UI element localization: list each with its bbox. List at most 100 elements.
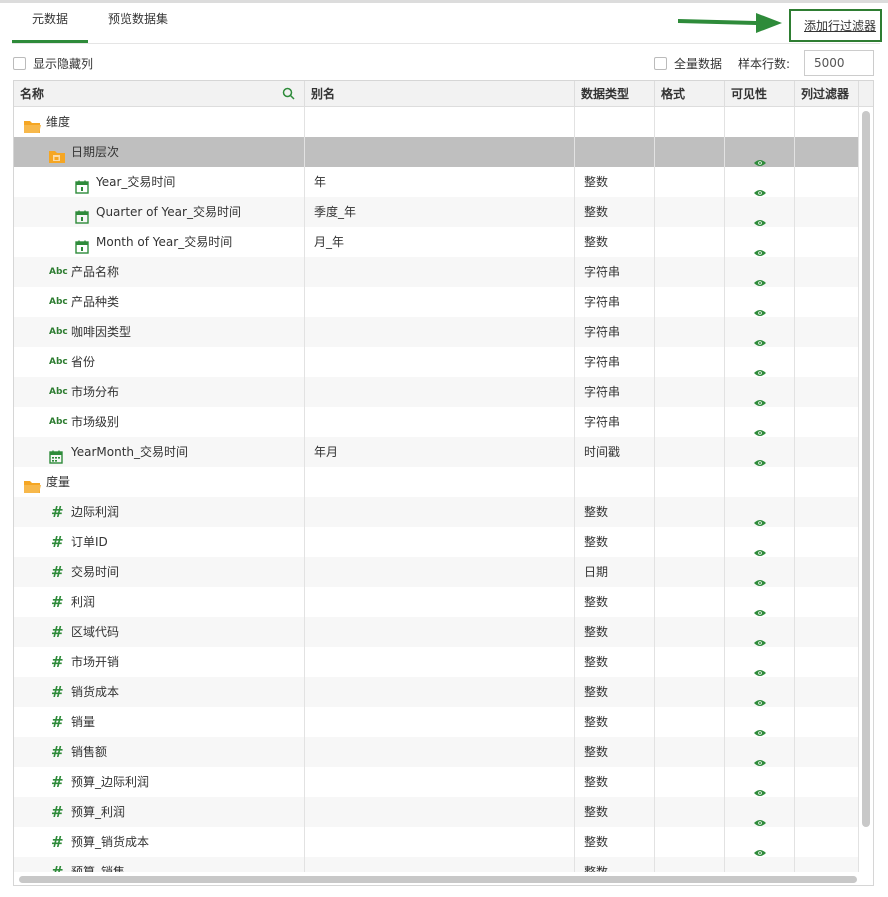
cell-column-filter[interactable] [795, 497, 859, 527]
eye-icon[interactable] [754, 358, 766, 377]
eye-icon[interactable] [754, 508, 766, 527]
cell-alias[interactable] [305, 557, 575, 587]
cell-alias[interactable] [305, 257, 575, 287]
cell-alias[interactable] [305, 347, 575, 377]
cell-column-filter[interactable] [795, 137, 859, 167]
eye-icon[interactable] [754, 418, 766, 437]
eye-icon[interactable] [754, 238, 766, 257]
table-row[interactable]: # 订单ID 整数 [14, 527, 859, 557]
cell-column-filter[interactable] [795, 737, 859, 767]
cell-alias[interactable] [305, 647, 575, 677]
cell-alias[interactable] [305, 467, 575, 497]
cell-column-filter[interactable] [795, 707, 859, 737]
eye-icon[interactable] [754, 868, 766, 872]
horizontal-scrollbar[interactable] [19, 876, 857, 883]
cell-alias[interactable] [305, 587, 575, 617]
cell-column-filter[interactable] [795, 377, 859, 407]
cell-alias[interactable] [305, 707, 575, 737]
cell-column-filter[interactable] [795, 677, 859, 707]
cell-column-filter[interactable] [795, 767, 859, 797]
cell-column-filter[interactable] [795, 557, 859, 587]
eye-icon[interactable] [754, 808, 766, 827]
cell-alias[interactable]: 年 [305, 167, 575, 197]
eye-icon[interactable] [754, 658, 766, 677]
table-row[interactable]: # 预算_利润 整数 [14, 797, 859, 827]
table-row[interactable]: # 预算_销售 整数 [14, 857, 859, 872]
vertical-scrollbar[interactable] [862, 111, 870, 827]
cell-alias[interactable]: 月_年 [305, 227, 575, 257]
cell-alias[interactable]: 季度_年 [305, 197, 575, 227]
eye-icon[interactable] [754, 838, 766, 857]
table-row[interactable]: Abc 产品种类 字符串 [14, 287, 859, 317]
cell-column-filter[interactable] [795, 437, 859, 467]
table-row[interactable]: 度量 [14, 467, 859, 497]
cell-alias[interactable] [305, 107, 575, 137]
table-row[interactable]: Abc 咖啡因类型 字符串 [14, 317, 859, 347]
table-row[interactable]: Abc 市场级别 字符串 [14, 407, 859, 437]
table-row[interactable]: # 边际利润 整数 [14, 497, 859, 527]
cell-alias[interactable] [305, 767, 575, 797]
table-row[interactable]: Abc 省份 字符串 [14, 347, 859, 377]
eye-icon[interactable] [754, 268, 766, 287]
cell-alias[interactable]: 年月 [305, 437, 575, 467]
table-row[interactable]: # 销货成本 整数 [14, 677, 859, 707]
cell-column-filter[interactable] [795, 857, 859, 872]
table-row[interactable]: # 利润 整数 [14, 587, 859, 617]
cell-column-filter[interactable] [795, 167, 859, 197]
eye-icon[interactable] [754, 568, 766, 587]
eye-icon[interactable] [754, 448, 766, 467]
table-row[interactable]: Month of Year_交易时间 月_年 整数 [14, 227, 859, 257]
eye-icon[interactable] [754, 778, 766, 797]
eye-icon[interactable] [754, 598, 766, 617]
eye-icon[interactable] [754, 688, 766, 707]
cell-alias[interactable] [305, 857, 575, 872]
cell-alias[interactable] [305, 737, 575, 767]
table-row[interactable]: # 预算_边际利润 整数 [14, 767, 859, 797]
cell-alias[interactable] [305, 617, 575, 647]
table-row[interactable]: Abc 市场分布 字符串 [14, 377, 859, 407]
cell-column-filter[interactable] [795, 467, 859, 497]
table-row[interactable]: YearMonth_交易时间 年月 时间戳 [14, 437, 859, 467]
eye-icon[interactable] [754, 748, 766, 767]
cell-column-filter[interactable] [795, 797, 859, 827]
eye-icon[interactable] [754, 328, 766, 347]
add-row-filter-button[interactable]: 添加行过滤器 [789, 9, 882, 42]
cell-alias[interactable] [305, 497, 575, 527]
eye-icon[interactable] [754, 628, 766, 647]
cell-column-filter[interactable] [795, 197, 859, 227]
cell-column-filter[interactable] [795, 647, 859, 677]
cell-column-filter[interactable] [795, 287, 859, 317]
table-row[interactable]: # 销量 整数 [14, 707, 859, 737]
show-hidden-checkbox[interactable] [13, 57, 26, 70]
cell-column-filter[interactable] [795, 227, 859, 257]
search-icon[interactable] [282, 87, 295, 100]
cell-column-filter[interactable] [795, 587, 859, 617]
cell-column-filter[interactable] [795, 317, 859, 347]
table-row[interactable]: # 市场开销 整数 [14, 647, 859, 677]
cell-alias[interactable] [305, 377, 575, 407]
table-row[interactable]: # 交易时间 日期 [14, 557, 859, 587]
cell-column-filter[interactable] [795, 617, 859, 647]
table-row[interactable]: 维度 [14, 107, 859, 137]
cell-alias[interactable] [305, 407, 575, 437]
table-row[interactable]: # 销售额 整数 [14, 737, 859, 767]
tab-metadata[interactable]: 元数据 [12, 8, 88, 43]
eye-icon[interactable] [754, 388, 766, 407]
table-row[interactable]: 日期层次 [14, 137, 859, 167]
eye-icon[interactable] [754, 208, 766, 227]
table-row[interactable]: Abc 产品名称 字符串 [14, 257, 859, 287]
table-row[interactable]: Quarter of Year_交易时间 季度_年 整数 [14, 197, 859, 227]
cell-alias[interactable] [305, 797, 575, 827]
cell-column-filter[interactable] [795, 527, 859, 557]
tab-preview-dataset[interactable]: 预览数据集 [108, 8, 168, 42]
table-row[interactable]: # 区域代码 整数 [14, 617, 859, 647]
eye-icon[interactable] [754, 178, 766, 197]
eye-icon[interactable] [754, 148, 766, 167]
sample-rows-input[interactable]: 5000 [804, 50, 874, 76]
cell-column-filter[interactable] [795, 257, 859, 287]
cell-alias[interactable] [305, 137, 575, 167]
table-row[interactable]: # 预算_销货成本 整数 [14, 827, 859, 857]
cell-alias[interactable] [305, 677, 575, 707]
cell-column-filter[interactable] [795, 407, 859, 437]
cell-column-filter[interactable] [795, 107, 859, 137]
